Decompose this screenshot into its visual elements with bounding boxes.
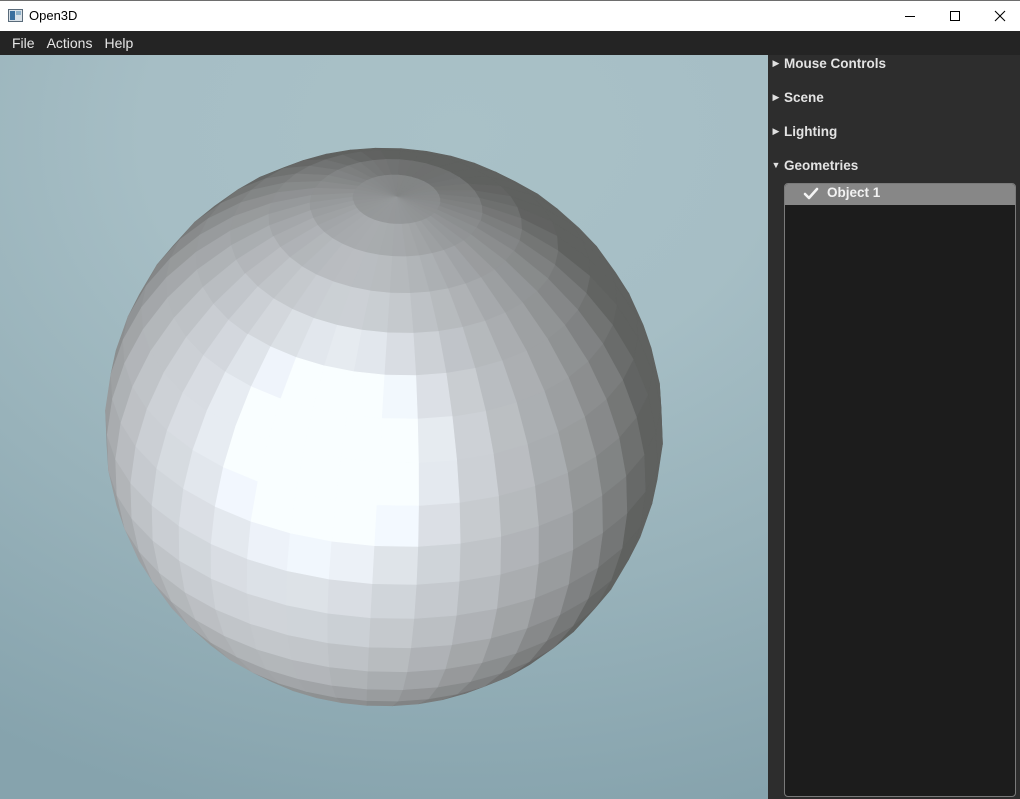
sphere-mesh xyxy=(105,147,663,707)
triangle-right-icon: ▶ xyxy=(772,91,780,102)
sphere-facet xyxy=(418,459,460,506)
sphere-facet xyxy=(370,583,417,619)
sphere-facet xyxy=(366,688,404,702)
3d-viewport[interactable] xyxy=(0,55,768,799)
sphere-facet xyxy=(331,500,378,547)
sphere-facet xyxy=(327,578,373,619)
sphere-facet xyxy=(376,461,419,506)
sphere-facet xyxy=(458,536,502,582)
section-lighting[interactable]: ▶ Lighting xyxy=(768,121,1020,141)
triangle-right-icon: ▶ xyxy=(772,125,780,136)
sphere-facet xyxy=(379,418,419,464)
sphere-facet xyxy=(384,332,417,376)
sphere-facet xyxy=(295,450,342,501)
maximize-button[interactable] xyxy=(932,1,978,31)
minimize-icon xyxy=(905,15,915,17)
section-geometries[interactable]: ▼ Geometries xyxy=(768,155,1020,175)
sphere-facet xyxy=(413,580,460,619)
menu-bar: File Actions Help xyxy=(0,31,1020,55)
menu-actions[interactable]: Actions xyxy=(41,31,99,55)
maximize-icon xyxy=(950,11,960,21)
tree-item-object-1[interactable]: Object 1 xyxy=(785,184,1015,205)
sphere-facet xyxy=(387,292,414,334)
triangle-down-icon: ▼ xyxy=(771,160,781,170)
sphere-facet xyxy=(381,374,418,420)
window-title: Open3D xyxy=(29,8,78,23)
geometries-tree[interactable]: Object 1 xyxy=(784,183,1016,797)
sphere-facet xyxy=(415,372,453,420)
sphere-facet xyxy=(415,542,461,585)
triangle-right-icon: ▶ xyxy=(772,57,780,68)
sphere-facet xyxy=(335,457,380,506)
sphere-facet xyxy=(366,700,399,707)
menu-file[interactable]: File xyxy=(6,31,41,55)
close-icon xyxy=(994,10,1006,22)
sphere-facet xyxy=(456,453,499,503)
sphere-facet xyxy=(459,495,502,544)
sphere-facet xyxy=(451,410,494,461)
sphere-facet xyxy=(366,670,408,691)
minimize-button[interactable] xyxy=(887,1,933,31)
sphere-facet xyxy=(346,371,386,419)
sphere-facet xyxy=(406,644,452,673)
title-bar: Open3D xyxy=(0,0,1020,31)
section-mouse-controls[interactable]: ▶ Mouse Controls xyxy=(768,53,1020,73)
sphere-facet xyxy=(410,614,457,649)
sphere-facet xyxy=(367,646,412,673)
sphere-facet xyxy=(327,612,372,648)
sphere-facet xyxy=(374,504,419,547)
sphere-facet xyxy=(368,617,415,649)
checkmark-icon[interactable] xyxy=(803,187,819,201)
sphere-facet xyxy=(340,414,383,463)
close-button[interactable] xyxy=(977,1,1020,31)
section-scene[interactable]: ▶ Scene xyxy=(768,87,1020,107)
settings-panel: ▶ Mouse Controls ▶ Scene ▶ Lighting ▼ Ge… xyxy=(768,55,1020,799)
menu-help[interactable]: Help xyxy=(98,31,139,55)
app-icon xyxy=(8,9,23,22)
sphere-facet xyxy=(417,502,461,547)
sphere-facet xyxy=(417,416,458,464)
sphere-facet xyxy=(328,540,376,585)
sphere-facet xyxy=(327,642,370,672)
sphere-facet xyxy=(372,545,419,585)
sphere-facet xyxy=(289,492,337,542)
